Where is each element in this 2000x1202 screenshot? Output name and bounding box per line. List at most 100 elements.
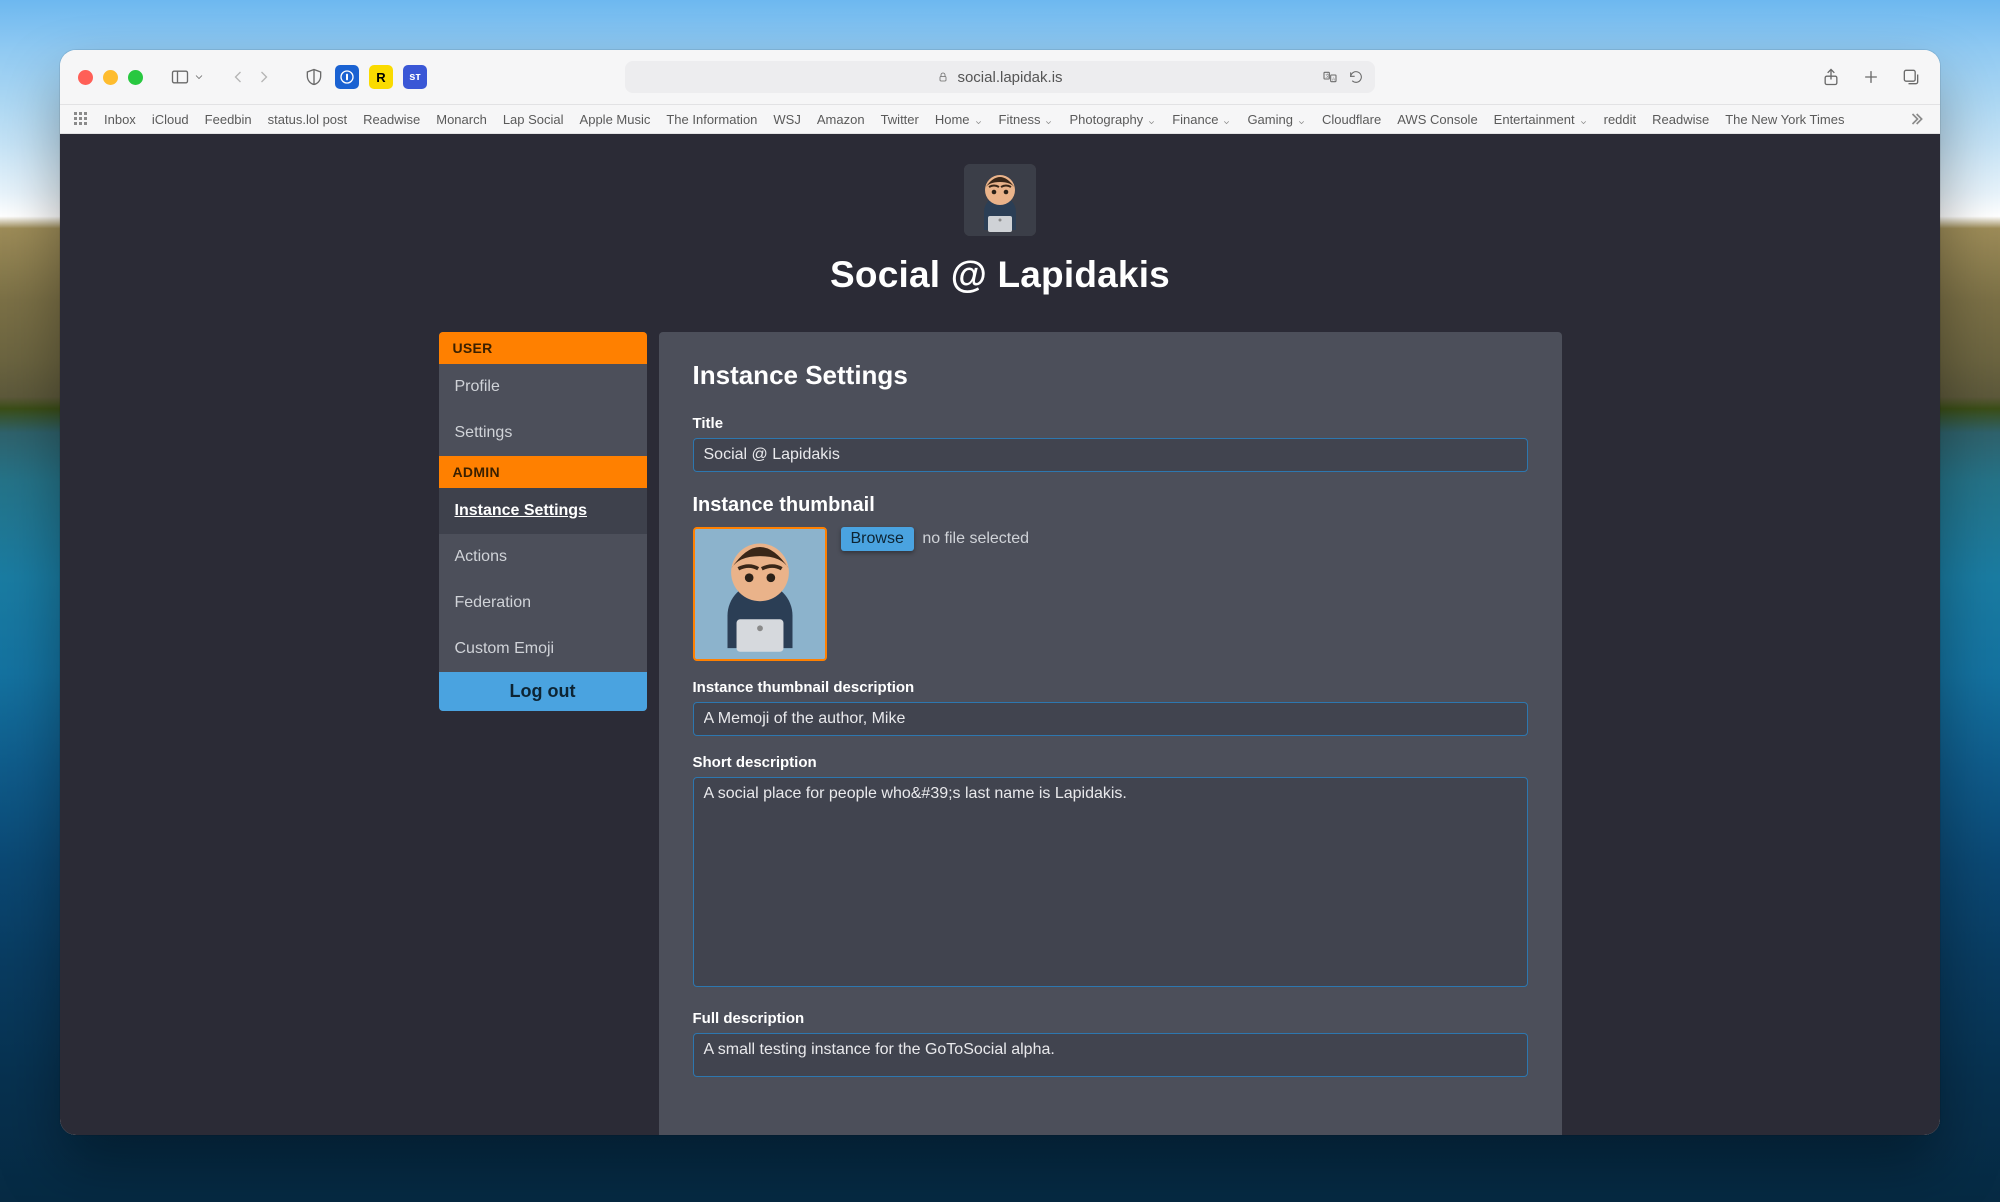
bookmark-item[interactable]: Fitness	[999, 112, 1054, 127]
thumbnail-desc-label: Instance thumbnail description	[693, 679, 1528, 696]
chevron-down-icon	[1044, 115, 1053, 124]
no-file-label: no file selected	[922, 530, 1029, 547]
sidebar-item-custom-emoji[interactable]: Custom Emoji	[439, 626, 647, 672]
bookmark-item[interactable]: Lap Social	[503, 112, 564, 127]
chevron-down-icon	[1222, 115, 1231, 124]
bookmark-label: The Information	[666, 112, 757, 127]
1password-extension-icon[interactable]	[335, 65, 359, 89]
bookmark-label: Readwise	[363, 112, 420, 127]
settings-heading: Instance Settings	[693, 360, 1528, 391]
sidebar-toggle-button[interactable]	[163, 63, 211, 91]
bookmark-item[interactable]: Twitter	[881, 112, 919, 127]
bookmark-label: Lap Social	[503, 112, 564, 127]
bookmarks-grid-icon[interactable]	[74, 112, 88, 126]
new-tab-button[interactable]	[1860, 66, 1882, 88]
svg-text:文: 文	[1325, 73, 1330, 80]
extension-st-icon[interactable]: sᴛ	[403, 65, 427, 89]
chevron-down-icon	[1579, 115, 1588, 124]
sidebar-item-instance-settings[interactable]: Instance Settings	[439, 488, 647, 534]
bookmark-item[interactable]: Gaming	[1247, 112, 1306, 127]
minimize-window-button[interactable]	[103, 70, 118, 85]
thumbnail-heading: Instance thumbnail	[693, 494, 1528, 517]
bookmarks-overflow-icon[interactable]	[1904, 108, 1926, 130]
close-window-button[interactable]	[78, 70, 93, 85]
bookmark-item[interactable]: Feedbin	[205, 112, 252, 127]
reload-button[interactable]	[1347, 68, 1365, 86]
share-button[interactable]	[1820, 66, 1842, 88]
full-desc-textarea[interactable]: A small testing instance for the GoToSoc…	[693, 1033, 1528, 1077]
settings-sidebar: USER ProfileSettings ADMIN Instance Sett…	[439, 332, 647, 711]
bookmark-item[interactable]: Home	[935, 112, 983, 127]
page-viewport: Social @ Lapidakis USER ProfileSettings …	[60, 134, 1940, 1135]
sidebar-section-admin: ADMIN	[439, 456, 647, 488]
memoji-icon	[964, 164, 1036, 236]
forward-button[interactable]	[253, 66, 275, 88]
chevron-down-icon	[1147, 115, 1156, 124]
chevron-down-icon	[193, 66, 205, 88]
bookmark-item[interactable]: Apple Music	[580, 112, 651, 127]
extension-r-icon[interactable]: R	[369, 65, 393, 89]
bookmark-label: Home	[935, 112, 970, 127]
bookmark-item[interactable]: Finance	[1172, 112, 1231, 127]
bookmark-label: reddit	[1604, 112, 1637, 127]
bookmark-label: AWS Console	[1397, 112, 1477, 127]
bookmark-item[interactable]: Readwise	[1652, 112, 1709, 127]
back-button[interactable]	[227, 66, 249, 88]
bookmark-label: Cloudflare	[1322, 112, 1381, 127]
short-desc-textarea[interactable]: A social place for people who&#39;s last…	[693, 777, 1528, 987]
address-bar-actions: 文A	[1321, 68, 1365, 86]
address-bar[interactable]: social.lapidak.is 文A	[625, 61, 1375, 93]
title-label: Title	[693, 415, 1528, 432]
translate-icon[interactable]: 文A	[1321, 68, 1339, 86]
sidebar-icon	[169, 66, 191, 88]
logout-button[interactable]: Log out	[439, 672, 647, 711]
bookmark-label: Feedbin	[205, 112, 252, 127]
bookmark-item[interactable]: Entertainment	[1494, 112, 1588, 127]
bookmark-label: WSJ	[773, 112, 800, 127]
title-input[interactable]	[693, 438, 1528, 472]
bookmark-item[interactable]: iCloud	[152, 112, 189, 127]
tab-overview-button[interactable]	[1900, 66, 1922, 88]
nav-arrows	[227, 66, 275, 88]
bookmark-item[interactable]: Readwise	[363, 112, 420, 127]
thumbnail-preview	[693, 527, 827, 661]
bookmark-item[interactable]: The Information	[666, 112, 757, 127]
chevron-down-icon	[1297, 115, 1306, 124]
bookmark-label: Fitness	[999, 112, 1041, 127]
bookmark-item[interactable]: Amazon	[817, 112, 865, 127]
full-desc-label: Full description	[693, 1010, 1528, 1027]
bookmark-item[interactable]: Photography	[1069, 112, 1156, 127]
bookmark-item[interactable]: Inbox	[104, 112, 136, 127]
sidebar-item-actions[interactable]: Actions	[439, 534, 647, 580]
bookmarks-bar: Inbox iCloud Feedbin status.lol post Readwis…	[60, 105, 1940, 134]
memoji-icon	[695, 529, 825, 659]
bookmark-label: Photography	[1069, 112, 1143, 127]
browse-button[interactable]: Browse	[841, 527, 914, 551]
bookmark-label: iCloud	[152, 112, 189, 127]
bookmark-label: Monarch	[436, 112, 487, 127]
lock-icon	[937, 71, 949, 83]
bookmark-item[interactable]: AWS Console	[1397, 112, 1477, 127]
bookmark-label: Amazon	[817, 112, 865, 127]
bookmark-item[interactable]: WSJ	[773, 112, 800, 127]
header-avatar	[964, 164, 1036, 236]
sidebar-item-settings[interactable]: Settings	[439, 410, 647, 456]
bookmark-item[interactable]: Cloudflare	[1322, 112, 1381, 127]
bookmark-label: Twitter	[881, 112, 919, 127]
bookmark-item[interactable]: reddit	[1604, 112, 1637, 127]
sidebar-item-profile[interactable]: Profile	[439, 364, 647, 410]
page-title: Social @ Lapidakis	[830, 254, 1170, 296]
window-controls	[78, 70, 143, 85]
bookmark-item[interactable]: status.lol post	[268, 112, 348, 127]
thumbnail-desc-input[interactable]	[693, 702, 1528, 736]
bookmark-item[interactable]: The New York Times	[1725, 112, 1844, 127]
privacy-shield-icon[interactable]	[303, 66, 325, 88]
maximize-window-button[interactable]	[128, 70, 143, 85]
bookmark-label: Entertainment	[1494, 112, 1575, 127]
bookmark-label: Readwise	[1652, 112, 1709, 127]
bookmark-item[interactable]: Monarch	[436, 112, 487, 127]
sidebar-section-user: USER	[439, 332, 647, 364]
browser-toolbar: R sᴛ social.lapidak.is 文A	[60, 50, 1940, 105]
extension-icons: R sᴛ	[303, 65, 427, 89]
sidebar-item-federation[interactable]: Federation	[439, 580, 647, 626]
